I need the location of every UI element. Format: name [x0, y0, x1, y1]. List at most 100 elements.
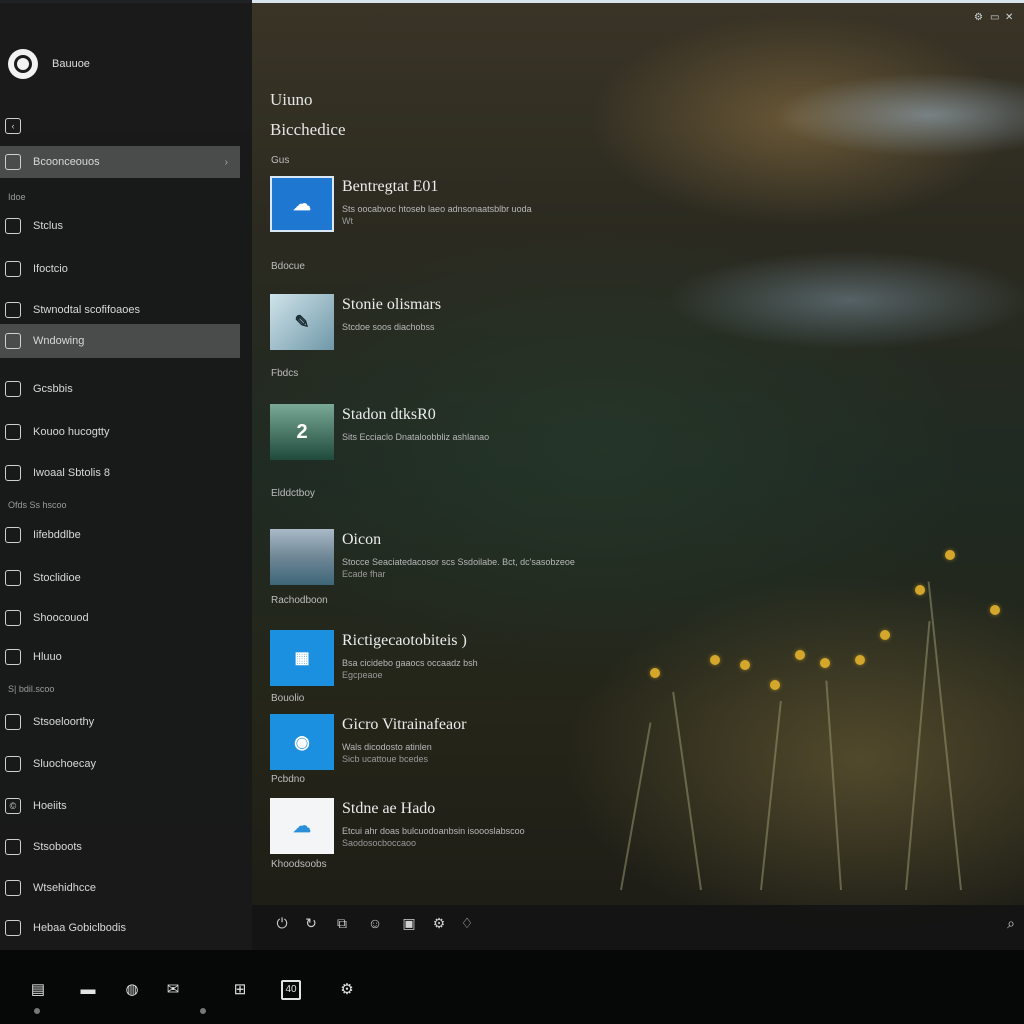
copy-icon[interactable]: ⧉ [333, 914, 351, 932]
copyright-icon: © [5, 798, 21, 814]
sidebar-item-label: Kouoo hucogtty [33, 426, 110, 438]
item-description: Stocce Seaciatedacosor scs Ssdoilabe. Bc… [342, 557, 575, 567]
globe-icon [5, 714, 21, 730]
section-label: Khoodsoobs [271, 859, 327, 870]
sidebar-section-label: Ofds Ss hscoo [8, 500, 67, 510]
sidebar-item-label: Stclus [33, 220, 63, 232]
gallery-icon[interactable]: ▤ [28, 980, 48, 1000]
store-icon[interactable]: ⊞ [230, 980, 250, 1000]
item-description: Bsa cicidebo gaaocs occaadz bsh [342, 658, 478, 668]
edge-icon: ◉ [270, 714, 334, 770]
chevron-right-icon: › [224, 156, 228, 168]
app-icon: 2 [270, 404, 334, 460]
sidebar-item-6[interactable]: Kouoo hucogtty [0, 416, 240, 448]
sidebar-item-label: Hluuo [33, 651, 62, 663]
item-description: Wals dicodosto atinlen [342, 742, 432, 752]
sidebar-item-label: Wtsehidhcce [33, 882, 96, 894]
sidebar-item-label: Stwnodtal scofifoaoes [33, 304, 141, 316]
sidebar-item-7[interactable]: Iwoaal Sbtolis 8 [0, 457, 240, 489]
section-label: Rachodboon [271, 595, 328, 606]
sidebar-item-13[interactable]: Sluochoecay [0, 748, 240, 780]
power-icon[interactable]: ⏻ [273, 914, 291, 932]
help-icon [5, 920, 21, 936]
sidebar-item-16[interactable]: Wtsehidhcce [0, 872, 240, 904]
mail-icon[interactable]: ✉ [163, 980, 183, 1000]
sidebar-item-0[interactable]: Bcoonceouos › [0, 146, 240, 178]
person-icon [5, 261, 21, 277]
shield-icon [5, 527, 21, 543]
item-description-secondary: Egcpeaoe [342, 670, 383, 680]
item-description: Sts oocabvoc htoseb laeo adnsonaatsblbr … [342, 204, 532, 214]
item-title: Stdne ae Hado [342, 800, 436, 817]
section-label: Elddctboy [271, 488, 315, 499]
drop-icon[interactable]: ♢ [458, 914, 476, 932]
sidebar-item-label: Iwoaal Sbtolis 8 [33, 467, 111, 479]
sidebar-item-label: Bcoonceouos [33, 156, 100, 168]
folder-icon[interactable]: ▬ [78, 980, 98, 1000]
sidebar-item-label: Hebaa Gobiclbodis [33, 922, 126, 934]
section-label: Bdocue [271, 261, 305, 272]
sidebar-item-10[interactable]: Shoocouod [0, 602, 240, 634]
window-icon [5, 333, 21, 349]
app-header: Bauuoe [8, 48, 90, 80]
back-button[interactable]: ‹ [0, 110, 40, 142]
clock-icon [5, 756, 21, 772]
item-title: Oicon [342, 531, 382, 548]
sidebar-item-label: Iifebddlbe [33, 529, 81, 541]
sidebar-item-4[interactable]: Wndowing [0, 324, 240, 358]
sidebar-item-label: Gcsbbis [33, 383, 73, 395]
item-title: Stadon dtksR0 [342, 406, 436, 423]
sidebar-item-5[interactable]: Gcsbbis [0, 373, 240, 405]
sidebar-item-label: Sluochoecay [33, 758, 96, 770]
sidebar-item-12[interactable]: Stsoeloorthy [0, 706, 240, 738]
apps-icon [5, 839, 21, 855]
section-label: Bouolio [271, 693, 305, 704]
page-subtitle: Bicchedice [270, 120, 346, 139]
settings-icon [5, 154, 21, 170]
folder-icon [5, 570, 21, 586]
minimize-icon[interactable]: ▭ [990, 12, 999, 23]
sidebar-item-label: Stsoboots [33, 841, 82, 853]
sidebar-item-8[interactable]: Iifebddlbe [0, 519, 240, 551]
window-icon [5, 218, 21, 234]
sidebar-item-3[interactable]: Stwnodtal scofifoaoes [0, 294, 240, 326]
gallery-icon[interactable]: ▣ [400, 914, 418, 932]
close-icon[interactable]: ✕ [1005, 12, 1013, 23]
sidebar-item-14[interactable]: © Hoeiits [0, 790, 240, 822]
settings-icon[interactable]: ⚙ [430, 914, 448, 932]
section-label: Gus [271, 155, 290, 166]
taskbar-indicator [200, 1008, 206, 1014]
sidebar-item-11[interactable]: Hluuo [0, 641, 240, 673]
taskbar [0, 950, 1024, 1024]
sidebar-section-label: S| bdil.scoo [8, 684, 55, 694]
sidebar-item-label: Wndowing [33, 335, 85, 347]
sidebar-item-17[interactable]: Hebaa Gobiclbodis [0, 912, 240, 944]
sidebar-item-9[interactable]: Stoclidioe [0, 562, 240, 594]
refresh-icon[interactable]: ↻ [302, 914, 320, 932]
back-icon: ‹ [5, 118, 21, 134]
item-description-secondary: Sicb ucattoue bcedes [342, 754, 429, 764]
sidebar-item-15[interactable]: Stsoboots [0, 831, 240, 863]
settings-icon[interactable]: ⚙ [337, 980, 357, 1000]
cloud-icon [5, 649, 21, 665]
sidebar-item-label: Shoocouod [33, 612, 89, 624]
item-description-secondary: Saodosocboccaoo [342, 838, 417, 848]
display-icon [5, 424, 21, 440]
network-icon [5, 302, 21, 318]
taskbar-indicator [34, 1008, 40, 1014]
sidebar-item-1[interactable]: Stclus [0, 210, 240, 242]
gear-icon[interactable]: ⚙ [974, 12, 983, 23]
box-icon-label: 40 [285, 984, 297, 995]
edge-icon[interactable]: ◍ [122, 980, 142, 1000]
store-icon: ▦ [270, 630, 334, 686]
app-name: Bauuoe [52, 58, 90, 70]
app-logo-icon [8, 49, 38, 79]
item-description-secondary: Ecade fhar [342, 569, 386, 579]
cloud-icon: ☁ [270, 798, 334, 854]
sidebar: Bauuoe ‹ Bcoonceouos › Idoe Stclus Ifoct… [0, 0, 252, 950]
emoji-icon[interactable]: ☺ [366, 914, 384, 932]
sidebar-item-2[interactable]: Ifoctcio [0, 253, 240, 285]
sidebar-item-label: Stoclidioe [33, 572, 81, 584]
search-icon[interactable]: ⌕ [1002, 914, 1020, 932]
box-icon[interactable]: 40 [281, 980, 301, 1000]
